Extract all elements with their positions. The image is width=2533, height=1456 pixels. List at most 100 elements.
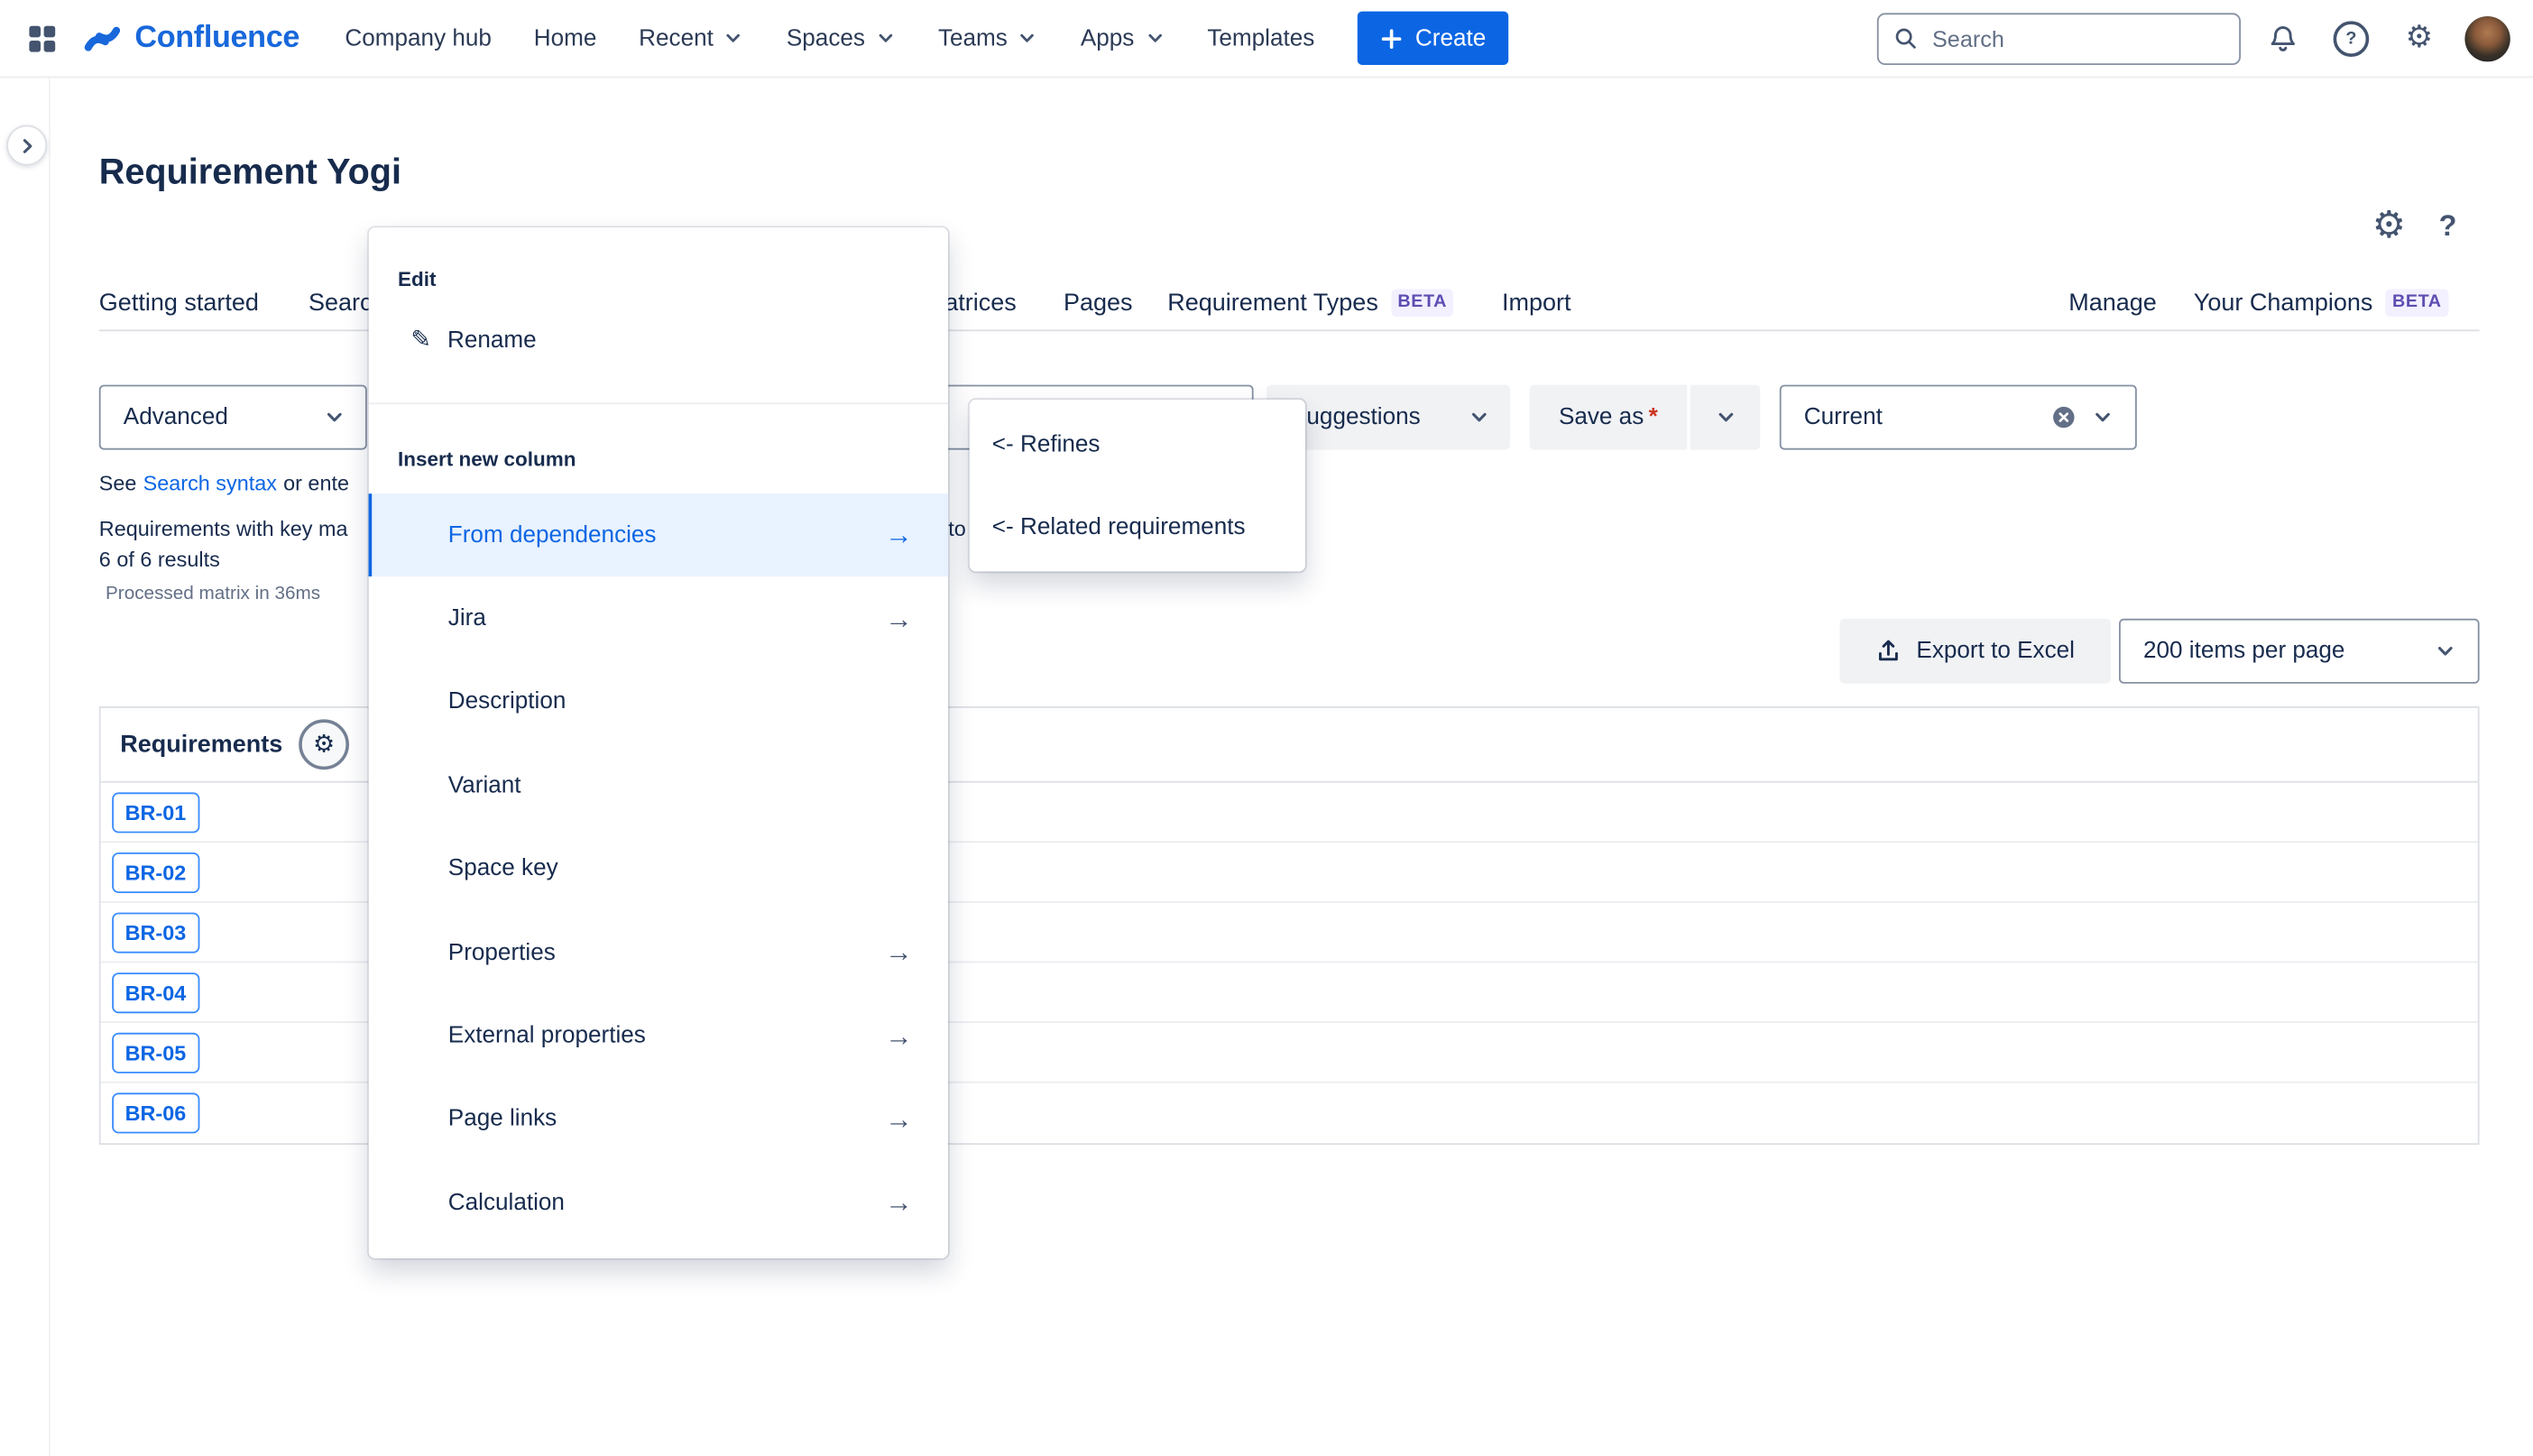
page-settings-button[interactable]: ⚙ xyxy=(2372,207,2406,244)
nav-apps[interactable]: Apps xyxy=(1081,25,1165,51)
nav-teams[interactable]: Teams xyxy=(938,25,1038,51)
tab-import[interactable]: Import xyxy=(1502,289,1571,317)
export-to-excel-button[interactable]: Export to Excel xyxy=(1839,619,2111,684)
required-indicator: * xyxy=(1649,404,1658,430)
menu-section-insert: Insert new column xyxy=(398,448,576,471)
chevron-down-icon xyxy=(2434,640,2456,662)
menu-section-edit: Edit xyxy=(398,268,436,290)
chevron-down-icon xyxy=(2091,406,2114,429)
query-summary-right: to xyxy=(948,516,966,540)
beta-badge: BETA xyxy=(2386,290,2448,316)
primary-nav: Company hub Home Recent Spaces Teams App… xyxy=(345,25,1314,51)
menu-item-rename[interactable]: ✎ Rename xyxy=(369,307,949,373)
tab-requirement-types[interactable]: Requirement Types BETA xyxy=(1167,289,1453,317)
pencil-icon: ✎ xyxy=(410,328,431,353)
chevron-down-icon xyxy=(1144,28,1165,49)
settings-button[interactable]: ⚙ xyxy=(2393,13,2445,65)
query-summary-left: Requirements with key ma xyxy=(99,516,348,540)
expand-sidebar-button[interactable] xyxy=(6,125,47,166)
results-count: 6 of 6 results xyxy=(99,548,220,572)
menu-item-calculation[interactable]: Calculation→ xyxy=(369,1161,949,1245)
tab-pages[interactable]: Pages xyxy=(1064,289,1133,317)
search-icon xyxy=(1893,26,1918,51)
bell-icon xyxy=(2267,22,2299,54)
confluence-logo[interactable]: Confluence xyxy=(81,17,299,60)
confluence-app: Confluence Company hub Home Recent Space… xyxy=(0,0,2533,1456)
menu-item-list: From dependencies→ Jira→ Description Var… xyxy=(369,493,949,1245)
page-help-button[interactable]: ? xyxy=(2439,211,2457,240)
menu-item-jira[interactable]: Jira→ xyxy=(369,577,949,661)
requirement-key-link[interactable]: BR-06 xyxy=(112,1092,198,1133)
global-search[interactable] xyxy=(1877,13,2241,65)
chevron-down-icon xyxy=(1468,406,1490,429)
gear-icon: ⚙ xyxy=(313,733,335,757)
chevron-right-icon xyxy=(15,134,38,157)
question-icon: ? xyxy=(2334,21,2370,57)
top-navigation: Confluence Company hub Home Recent Space… xyxy=(0,0,2533,78)
help-button[interactable]: ? xyxy=(2326,13,2378,65)
submenu-arrow-icon: → xyxy=(885,1022,913,1050)
page-title: Requirement Yogi xyxy=(99,151,401,193)
beta-badge: BETA xyxy=(1391,290,1453,316)
nav-company-hub[interactable]: Company hub xyxy=(345,25,492,51)
menu-item-space-key[interactable]: Space key xyxy=(369,827,949,911)
column-settings-button[interactable]: ⚙ xyxy=(299,719,349,769)
column-settings-menu: Edit ✎ Rename Insert new column From dep… xyxy=(369,227,949,1258)
confluence-logo-icon xyxy=(81,17,124,60)
search-syntax-link[interactable]: Search syntax xyxy=(143,471,277,495)
nav-home[interactable]: Home xyxy=(534,25,597,51)
submenu-arrow-icon: → xyxy=(885,1106,913,1134)
search-syntax-hint: SeeSearch syntaxor ente xyxy=(99,471,349,495)
nav-spaces[interactable]: Spaces xyxy=(787,25,896,51)
requirements-column-header: Requirements xyxy=(120,731,282,759)
profile-avatar[interactable] xyxy=(2464,15,2510,60)
tab-your-champions[interactable]: Your Champions BETA xyxy=(2194,289,2448,317)
save-as-dropdown-button[interactable] xyxy=(1690,385,1760,450)
plus-icon xyxy=(1379,27,1402,50)
question-icon: ? xyxy=(2439,209,2457,242)
submenu-item-refines[interactable]: <- Refines xyxy=(970,402,1306,485)
app-switcher-button[interactable] xyxy=(16,13,69,65)
page-size-select[interactable]: 200 items per page xyxy=(2119,619,2480,684)
gear-icon: ⚙ xyxy=(2372,203,2406,245)
tab-getting-started[interactable]: Getting started xyxy=(99,289,259,317)
baseline-scope-select[interactable]: Current xyxy=(1780,385,2137,450)
submenu-item-related-requirements[interactable]: <- Related requirements xyxy=(970,485,1306,568)
chevron-down-icon xyxy=(1714,406,1736,429)
clear-icon[interactable] xyxy=(2050,404,2077,430)
export-icon xyxy=(1875,638,1902,664)
requirement-key-link[interactable]: BR-02 xyxy=(112,852,198,892)
nav-recent[interactable]: Recent xyxy=(639,25,744,51)
menu-item-from-dependencies[interactable]: From dependencies→ xyxy=(369,493,949,577)
requirement-key-link[interactable]: BR-01 xyxy=(112,792,198,833)
notifications-button[interactable] xyxy=(2257,13,2309,65)
submenu-arrow-icon: → xyxy=(885,521,913,549)
requirement-key-link[interactable]: BR-03 xyxy=(112,912,198,953)
menu-item-properties[interactable]: Properties→ xyxy=(369,911,949,995)
menu-item-page-links[interactable]: Page links→ xyxy=(369,1078,949,1162)
chevron-down-icon xyxy=(1018,28,1038,49)
menu-item-description[interactable]: Description xyxy=(369,660,949,744)
menu-divider xyxy=(369,402,949,404)
chevron-down-icon xyxy=(323,406,345,429)
from-dependencies-submenu: <- Refines <- Related requirements xyxy=(970,400,1306,572)
search-input[interactable] xyxy=(1929,23,2224,52)
create-button[interactable]: Create xyxy=(1357,12,1508,65)
advanced-mode-select[interactable]: Advanced xyxy=(99,385,367,450)
chevron-down-icon xyxy=(723,28,744,49)
submenu-arrow-icon: → xyxy=(885,605,913,633)
menu-item-variant[interactable]: Variant xyxy=(369,744,949,828)
menu-item-external-properties[interactable]: External properties→ xyxy=(369,994,949,1078)
sidebar-divider xyxy=(49,78,51,1456)
requirement-key-link[interactable]: BR-05 xyxy=(112,1032,198,1073)
app-grid-icon xyxy=(28,23,57,52)
confluence-logo-text: Confluence xyxy=(134,21,299,57)
nav-templates[interactable]: Templates xyxy=(1207,25,1314,51)
tab-manage[interactable]: Manage xyxy=(2068,289,2157,317)
processing-time: Processed matrix in 36ms xyxy=(106,585,320,604)
requirement-key-link[interactable]: BR-04 xyxy=(112,972,198,1012)
save-as-button[interactable]: Save as * xyxy=(1530,385,1688,450)
submenu-arrow-icon: → xyxy=(885,1189,913,1217)
submenu-arrow-icon: → xyxy=(885,939,913,967)
gear-icon: ⚙ xyxy=(2406,23,2434,53)
